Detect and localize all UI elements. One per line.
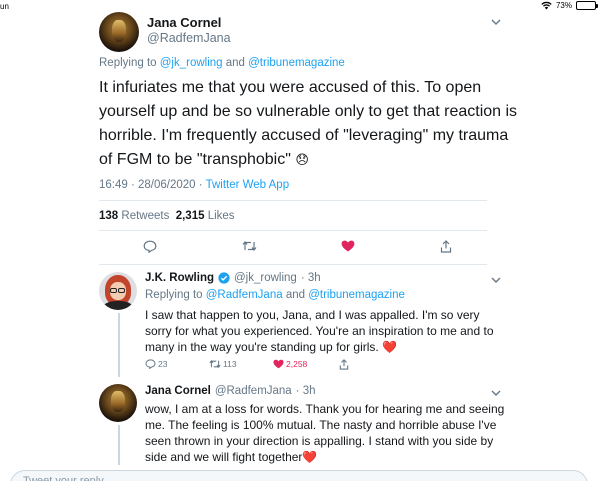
author-handle[interactable]: @RadfemJana [215, 385, 292, 397]
like-count: 2,258 [286, 359, 308, 369]
reply-text: wow, I am at a loss for words. Thank you… [145, 402, 505, 464]
tweet-stats: 138 Retweets 2,315 Likes [99, 210, 235, 222]
avatar[interactable] [99, 272, 137, 310]
avatar[interactable] [99, 12, 139, 52]
heart-icon [273, 359, 284, 369]
tweet-timestamp[interactable]: 16:49 · 28/06/2020 · [99, 179, 206, 191]
reply-composer[interactable] [10, 470, 588, 481]
reply-header: J.K. Rowling @jk_rowling · 3h [145, 272, 321, 284]
author-handle[interactable]: @RadfemJana [147, 31, 231, 45]
retweet-button[interactable] [242, 240, 257, 252]
mention-link[interactable]: @jk_rowling [160, 57, 223, 69]
verified-badge-icon [218, 272, 230, 284]
share-icon [339, 359, 349, 370]
tweet-actions [99, 240, 487, 258]
thread-line [118, 425, 120, 465]
mention-link[interactable]: @tribunemagazine [308, 289, 405, 301]
wifi-icon [541, 1, 552, 10]
reply-header: Jana Cornel @RadfemJana · 3h [145, 385, 316, 397]
chevron-down-icon[interactable] [491, 389, 501, 400]
share-button[interactable] [339, 359, 349, 370]
divider [99, 200, 487, 201]
like-button[interactable] [341, 240, 355, 252]
chevron-down-icon[interactable] [491, 276, 501, 287]
reply-time[interactable]: · 3h [296, 385, 316, 397]
thread-line [118, 313, 120, 377]
retweet-icon [242, 241, 257, 251]
avatar[interactable] [99, 384, 137, 422]
mention-link[interactable]: @RadfemJana [206, 289, 283, 301]
author-name[interactable]: Jana Cornel [147, 15, 221, 30]
retweet-count: 113 [223, 359, 237, 369]
reply-button[interactable]: 23 [145, 359, 167, 369]
share-icon [440, 240, 452, 253]
battery-percent: 73% [555, 1, 572, 10]
likes-stat[interactable]: 2,315 Likes [176, 210, 235, 222]
divider [99, 264, 487, 265]
share-button[interactable] [440, 240, 452, 253]
replying-to: Replying to @jk_rowling and @tribunemaga… [99, 57, 345, 69]
mention-link[interactable]: @tribunemagazine [248, 57, 345, 69]
reply-actions: 23 113 2,258 [145, 359, 445, 371]
tweet-meta: 16:49 · 28/06/2020 · Twitter Web App [99, 179, 289, 191]
carrier-label: un [0, 2, 9, 11]
author-name[interactable]: Jana Cornel [145, 385, 211, 397]
retweet-icon [209, 359, 221, 369]
divider [99, 230, 487, 231]
tweet-text: It infuriates me that you were accused o… [99, 79, 518, 168]
status-bar: un 73% [0, 0, 600, 14]
retweet-button[interactable]: 113 [209, 359, 237, 369]
reply-button[interactable] [143, 240, 157, 253]
reply-icon [145, 359, 156, 369]
like-button[interactable]: 2,258 [273, 359, 307, 369]
author-handle[interactable]: @jk_rowling [234, 272, 297, 284]
disappointed-emoji: 😞 [295, 152, 309, 167]
tweet-client[interactable]: Twitter Web App [206, 179, 290, 191]
reply-count: 23 [158, 359, 168, 369]
status-right: 73% [541, 1, 598, 10]
chevron-down-icon[interactable] [491, 18, 501, 29]
reply-text: I saw that happen to you, Jana, and I wa… [145, 308, 494, 354]
reply-input[interactable] [23, 474, 563, 481]
reply-icon [143, 240, 157, 253]
reply-time[interactable]: · 3h [301, 272, 321, 284]
heart-icon [341, 240, 355, 252]
battery-icon [576, 1, 598, 10]
replying-to: Replying to @RadfemJana and @tribunemaga… [145, 289, 405, 301]
retweets-stat[interactable]: 138 Retweets [99, 210, 169, 222]
author-name[interactable]: J.K. Rowling [145, 272, 214, 284]
